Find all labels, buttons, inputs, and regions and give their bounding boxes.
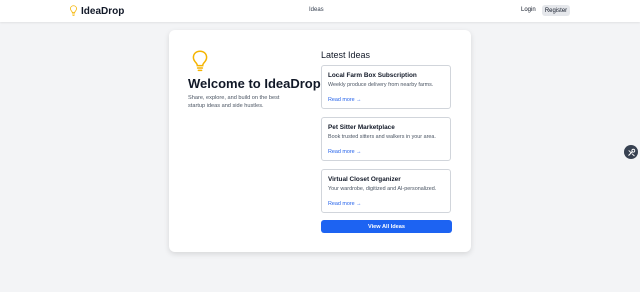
brand-link[interactable]: IdeaDrop [70,5,124,17]
login-link[interactable]: Login [521,7,536,13]
read-more-link[interactable]: Read more → [328,201,362,207]
idea-description: Weekly produce delivery from nearby farm… [328,82,434,88]
main-card: Welcome to IdeaDrop Share, explore, and … [169,30,471,252]
read-more-link[interactable]: Read more → [328,97,362,103]
floating-tools-button[interactable] [624,145,638,159]
idea-card: Pet Sitter Marketplace Book trusted sitt… [321,117,451,161]
idea-title: Local Farm Box Subscription [328,72,417,79]
page-title: Welcome to IdeaDrop [188,76,321,91]
register-button[interactable]: Register [542,5,570,16]
idea-description: Book trusted sitters and walkers in your… [328,134,436,140]
page-subtitle: Share, explore, and build on the best st… [188,95,280,109]
tools-icon [627,148,635,156]
read-more-link[interactable]: Read more → [328,149,362,155]
lightbulb-icon [192,50,208,72]
lightbulb-icon [70,5,77,16]
brand-name: IdeaDrop [81,5,125,17]
idea-card: Virtual Closet Organizer Your wardrobe, … [321,169,451,213]
latest-ideas-heading: Latest Ideas [321,50,371,60]
nav-link-ideas[interactable]: Ideas [309,7,324,13]
view-all-ideas-button[interactable]: View All Ideas [321,220,452,233]
idea-description: Your wardrobe, digitized and AI-personal… [328,186,437,192]
idea-title: Virtual Closet Organizer [328,176,401,183]
idea-card: Local Farm Box Subscription Weekly produ… [321,65,451,109]
idea-title: Pet Sitter Marketplace [328,124,395,131]
top-navbar: IdeaDrop Ideas Login Register [0,0,640,22]
